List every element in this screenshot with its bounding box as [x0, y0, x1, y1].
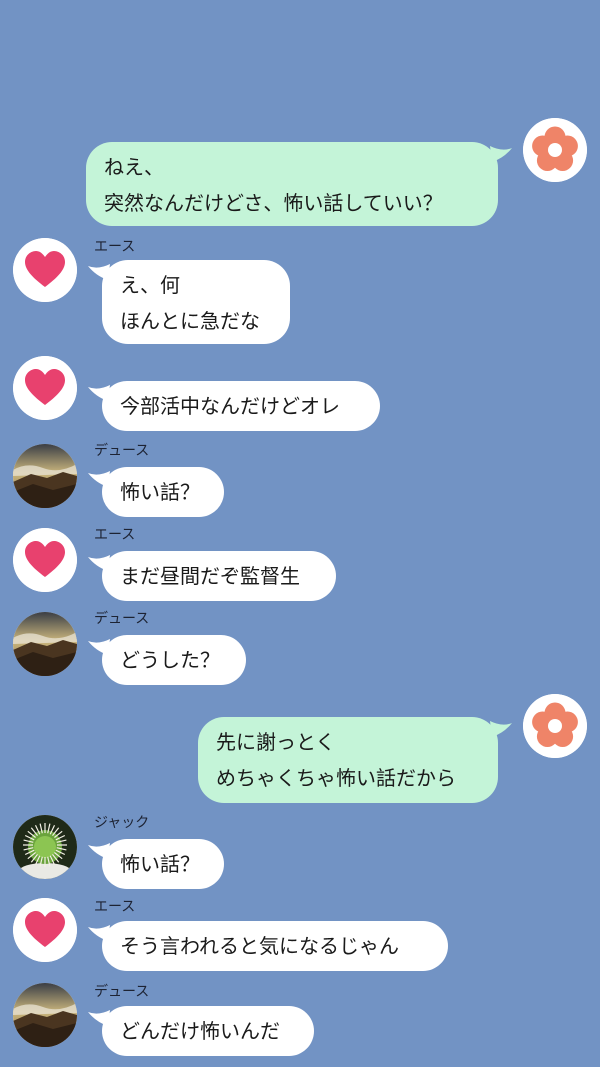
- message-bubble[interactable]: 怖い話？: [102, 467, 224, 517]
- mountain-avatar[interactable]: [13, 444, 77, 508]
- message-bubble[interactable]: 今部活中なんだけどオレ: [102, 381, 380, 431]
- message-text: そう言われると気になるじゃん: [120, 934, 399, 958]
- message-text: どんだけ怖いんだ: [120, 1019, 280, 1043]
- heart-avatar-icon[interactable]: [13, 356, 77, 420]
- message-text: まだ昼間だぞ監督生: [120, 564, 300, 588]
- message-text: ほんとに急だな: [120, 309, 260, 333]
- mountain-avatar[interactable]: [13, 612, 77, 676]
- message-bubble[interactable]: え、何ほんとに急だな: [102, 260, 290, 344]
- sender-name: デュース: [94, 984, 150, 1000]
- message-text: 今部活中なんだけどオレ: [120, 394, 340, 418]
- message-text: どうした？: [120, 648, 220, 672]
- message-text: え、何: [120, 273, 180, 297]
- message-bubble[interactable]: まだ昼間だぞ監督生: [102, 551, 336, 601]
- message-text: 突然なんだけどさ、怖い話していい？: [104, 191, 443, 215]
- heart-avatar-icon[interactable]: [13, 238, 77, 302]
- heart-avatar-icon[interactable]: [13, 898, 77, 962]
- flower-avatar-icon[interactable]: [523, 694, 587, 758]
- message-bubble[interactable]: 先に謝っとくめちゃくちゃ怖い話だから: [198, 717, 498, 803]
- message-text: 怖い話？: [120, 852, 200, 876]
- message-text: めちゃくちゃ怖い話だから: [216, 766, 456, 790]
- sender-name: エース: [94, 239, 136, 255]
- mountain-avatar[interactable]: [13, 983, 77, 1047]
- flower-avatar-icon[interactable]: [523, 118, 587, 182]
- cactus-avatar[interactable]: [13, 815, 77, 879]
- message-text: 先に謝っとく: [216, 730, 336, 754]
- sender-name: エース: [94, 899, 136, 915]
- sender-name: ジャック: [94, 815, 150, 831]
- message-text: 怖い話？: [120, 480, 200, 504]
- message-text: ねえ、: [104, 155, 164, 179]
- message-bubble[interactable]: そう言われると気になるじゃん: [102, 921, 448, 971]
- message-bubble[interactable]: どうした？: [102, 635, 246, 685]
- sender-name: エース: [94, 527, 136, 543]
- message-bubble[interactable]: ねえ、突然なんだけどさ、怖い話していい？: [86, 142, 498, 226]
- sender-name: デュース: [94, 443, 150, 459]
- message-bubble[interactable]: どんだけ怖いんだ: [102, 1006, 314, 1056]
- message-bubble[interactable]: 怖い話？: [102, 839, 224, 889]
- heart-avatar-icon[interactable]: [13, 528, 77, 592]
- sender-name: デュース: [94, 611, 150, 627]
